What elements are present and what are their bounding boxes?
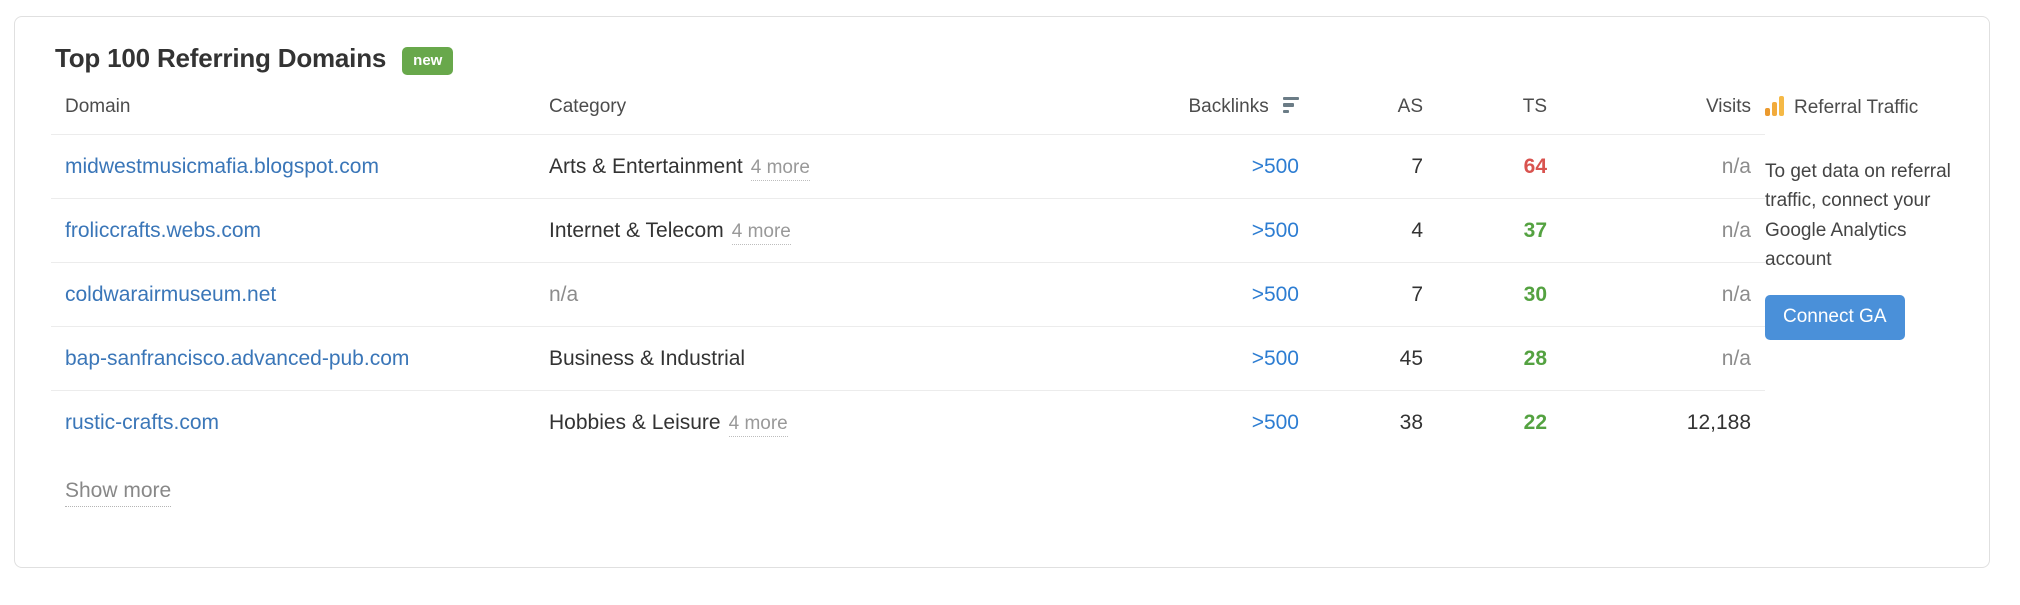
cell-toxic-score: 22 xyxy=(1437,390,1561,454)
card-header: Top 100 Referring Domains new xyxy=(15,17,1989,75)
status-badge-new: new xyxy=(402,46,454,75)
toxic-score-value: 64 xyxy=(1523,154,1547,178)
referral-traffic-column: Referral Traffic To get data on referral… xyxy=(1765,96,1975,340)
sort-descending-icon[interactable] xyxy=(1283,96,1299,113)
column-header-domain[interactable]: Domain xyxy=(51,96,535,135)
table-header-row: Domain Category Backlinks AS TS Visits xyxy=(51,96,1765,135)
cell-category: Business & Industrial xyxy=(535,326,1019,391)
domain-link[interactable]: bap-sanfrancisco.advanced-pub.com xyxy=(65,347,409,370)
backlinks-link[interactable]: >500 xyxy=(1252,283,1299,306)
table-header: Domain Category Backlinks AS TS Visits xyxy=(51,96,1765,135)
authority-score-value: 45 xyxy=(1399,346,1423,370)
category-name: Internet & Telecom xyxy=(549,218,724,242)
authority-score-value: 7 xyxy=(1411,282,1423,306)
table-row: rustic-crafts.com Hobbies & Leisure 4 more… xyxy=(51,390,1765,454)
category-more-link[interactable]: 4 more xyxy=(750,156,810,181)
cell-domain: midwestmusicmafia.blogspot.com xyxy=(51,134,535,199)
connect-ga-button[interactable]: Connect GA xyxy=(1765,294,1905,340)
toxic-score-value: 28 xyxy=(1523,346,1547,370)
visits-value: n/a xyxy=(1721,282,1751,306)
authority-score-value: 38 xyxy=(1399,410,1423,434)
backlinks-link[interactable]: >500 xyxy=(1252,219,1299,242)
visits-value: n/a xyxy=(1721,154,1751,178)
referring-domains-card: Top 100 Referring Domains new Domain Cat… xyxy=(14,16,1990,568)
cell-visits: 12,188 xyxy=(1561,390,1765,454)
cell-backlinks: >500 xyxy=(1019,134,1313,199)
table-row: froliccrafts.webs.com Internet & Telecom 4… xyxy=(51,198,1765,263)
authority-score-value: 4 xyxy=(1411,218,1423,242)
category-name: Business & Industrial xyxy=(549,346,746,370)
cell-authority-score: 45 xyxy=(1313,326,1437,391)
domain-link[interactable]: midwestmusicmafia.blogspot.com xyxy=(65,155,379,178)
toxic-score-value: 22 xyxy=(1523,410,1547,434)
cell-authority-score: 7 xyxy=(1313,262,1437,327)
cell-authority-score: 4 xyxy=(1313,198,1437,263)
category-name: Arts & Entertainment xyxy=(549,154,743,178)
cell-category: n/a xyxy=(535,262,1019,327)
page-title: Top 100 Referring Domains xyxy=(55,43,387,73)
toxic-score-value: 37 xyxy=(1523,218,1547,242)
cell-authority-score: 38 xyxy=(1313,390,1437,454)
referring-domains-table: Domain Category Backlinks AS TS Visits m… xyxy=(51,96,1765,454)
cell-backlinks: >500 xyxy=(1019,198,1313,263)
category-name: n/a xyxy=(549,282,579,306)
column-header-backlinks-label: Backlinks xyxy=(1188,96,1269,117)
referral-promo-text: To get data on referral traffic, connect… xyxy=(1765,161,1951,271)
table-row: coldwarairmuseum.net n/a >500 7 30 n/a xyxy=(51,262,1765,327)
cell-backlinks: >500 xyxy=(1019,326,1313,391)
visits-value: n/a xyxy=(1721,346,1751,370)
cell-category: Arts & Entertainment 4 more xyxy=(535,134,1019,199)
cell-domain: bap-sanfrancisco.advanced-pub.com xyxy=(51,326,535,391)
cell-backlinks: >500 xyxy=(1019,262,1313,327)
table-row: bap-sanfrancisco.advanced-pub.com Busines… xyxy=(51,326,1765,391)
cell-domain: coldwarairmuseum.net xyxy=(51,262,535,327)
cell-toxic-score: 64 xyxy=(1437,134,1561,199)
category-name: Hobbies & Leisure xyxy=(549,410,721,434)
backlinks-link[interactable]: >500 xyxy=(1252,347,1299,370)
cell-toxic-score: 30 xyxy=(1437,262,1561,327)
column-header-referral-traffic: Referral Traffic xyxy=(1765,96,1975,135)
cell-toxic-score: 37 xyxy=(1437,198,1561,263)
backlinks-link[interactable]: >500 xyxy=(1252,155,1299,178)
cell-category: Hobbies & Leisure 4 more xyxy=(535,390,1019,454)
table-container: Domain Category Backlinks AS TS Visits m… xyxy=(15,96,1989,454)
table-row: midwestmusicmafia.blogspot.com Arts & Ent… xyxy=(51,134,1765,199)
authority-score-value: 7 xyxy=(1411,154,1423,178)
cell-authority-score: 7 xyxy=(1313,134,1437,199)
cell-visits: n/a xyxy=(1561,198,1765,263)
domain-link[interactable]: coldwarairmuseum.net xyxy=(65,283,276,306)
visits-value: 12,188 xyxy=(1686,410,1751,434)
column-header-as[interactable]: AS xyxy=(1313,96,1437,135)
show-more-container: Show more xyxy=(65,479,1989,507)
show-more-link[interactable]: Show more xyxy=(65,479,172,507)
backlinks-link[interactable]: >500 xyxy=(1252,411,1299,434)
domain-link[interactable]: rustic-crafts.com xyxy=(65,411,219,434)
category-more-link[interactable]: 4 more xyxy=(731,220,791,245)
toxic-score-value: 30 xyxy=(1523,282,1547,306)
category-more-link[interactable]: 4 more xyxy=(728,412,788,437)
domain-link[interactable]: froliccrafts.webs.com xyxy=(65,219,261,242)
cell-domain: rustic-crafts.com xyxy=(51,390,535,454)
column-header-ts[interactable]: TS xyxy=(1437,96,1561,135)
visits-value: n/a xyxy=(1721,218,1751,242)
table-body: midwestmusicmafia.blogspot.com Arts & Ent… xyxy=(51,134,1765,454)
referral-traffic-promo: To get data on referral traffic, connect… xyxy=(1765,135,1975,340)
cell-category: Internet & Telecom 4 more xyxy=(535,198,1019,263)
cell-visits: n/a xyxy=(1561,326,1765,391)
column-header-backlinks[interactable]: Backlinks xyxy=(1019,96,1313,135)
cell-visits: n/a xyxy=(1561,134,1765,199)
cell-visits: n/a xyxy=(1561,262,1765,327)
cell-domain: froliccrafts.webs.com xyxy=(51,198,535,263)
column-header-category[interactable]: Category xyxy=(535,96,1019,135)
column-header-referral-traffic-label: Referral Traffic xyxy=(1794,97,1919,118)
cell-toxic-score: 28 xyxy=(1437,326,1561,391)
google-analytics-bars-icon xyxy=(1765,96,1785,116)
cell-backlinks: >500 xyxy=(1019,390,1313,454)
column-header-visits[interactable]: Visits xyxy=(1561,96,1765,135)
